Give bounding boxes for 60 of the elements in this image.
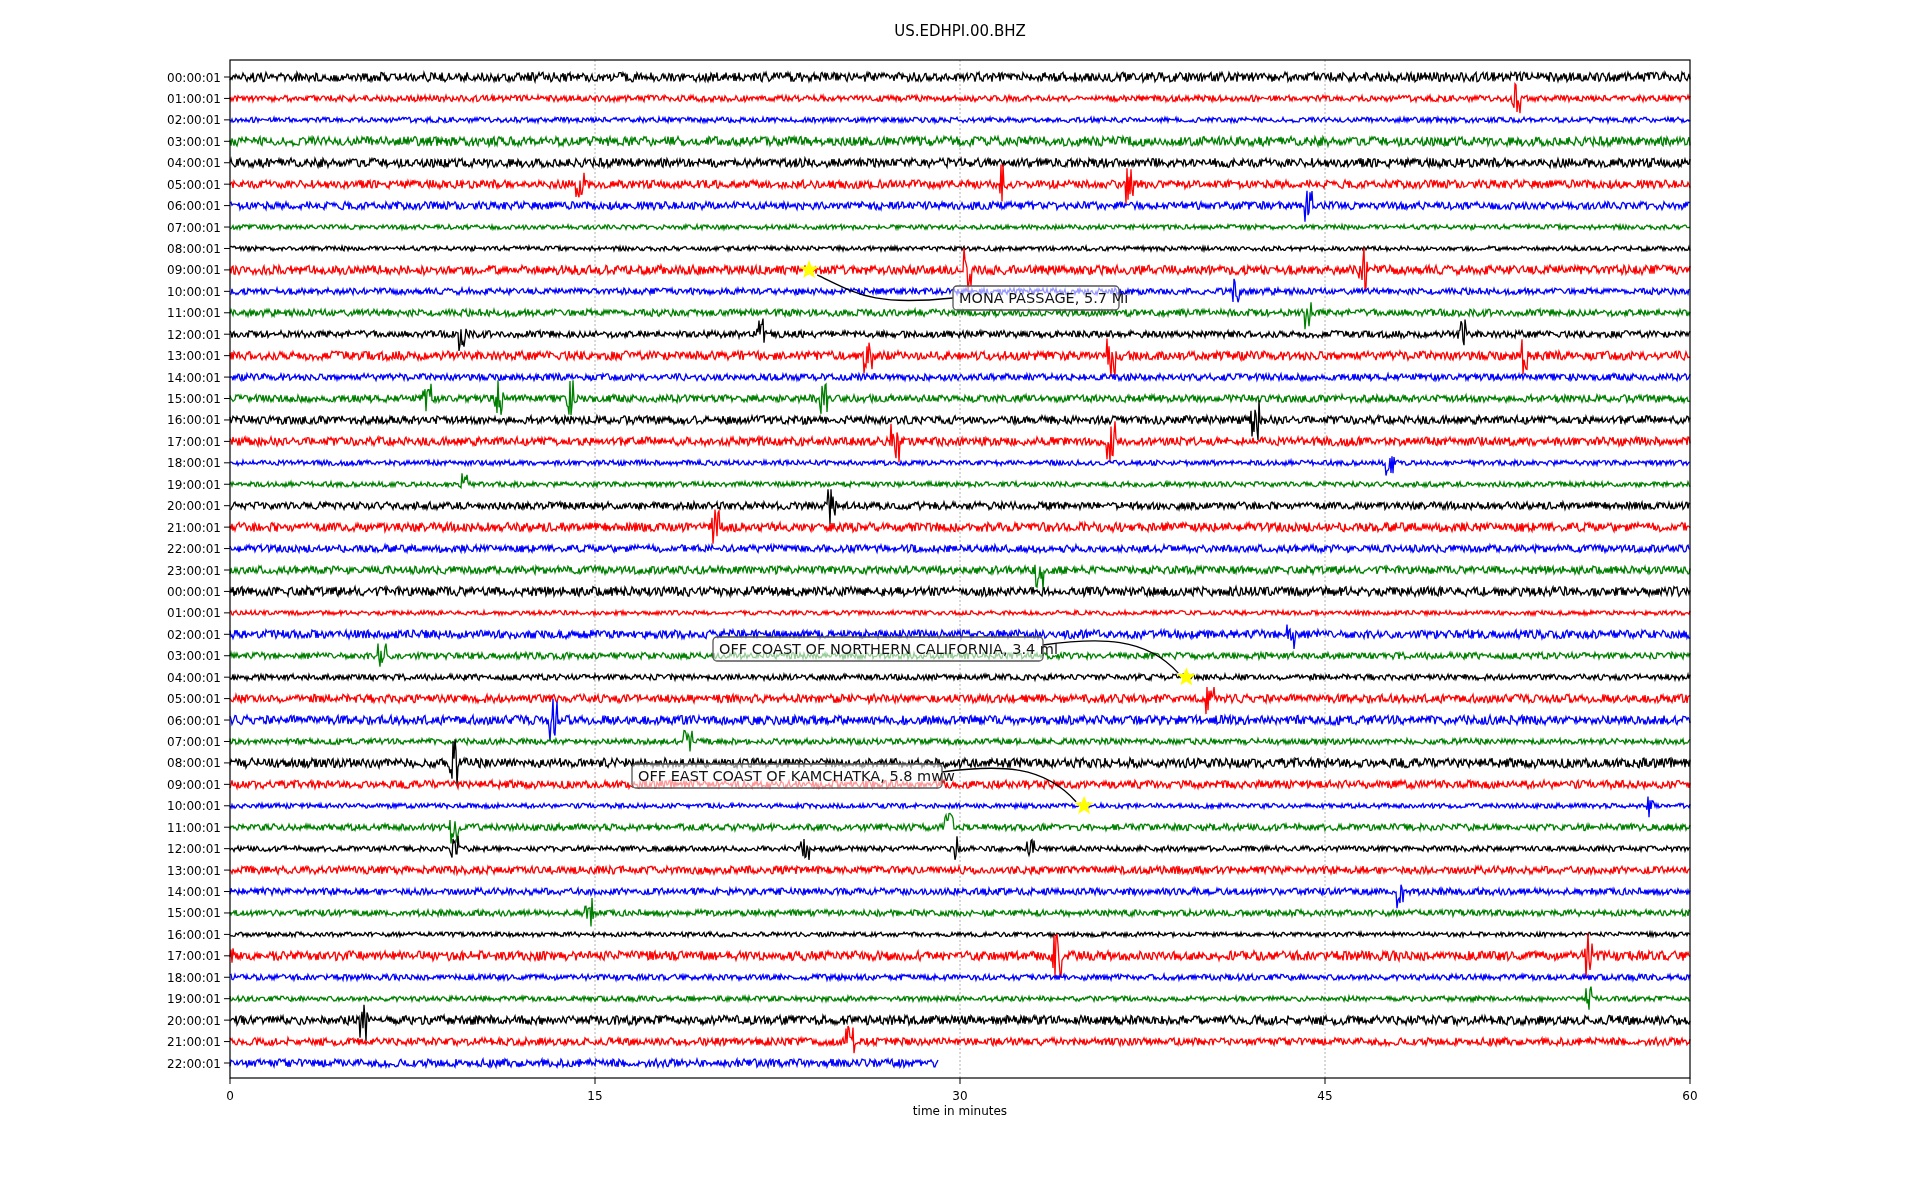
annotation-label: MONA PASSAGE, 5.7 Mi <box>952 285 1129 311</box>
time-label: 07:00:01 <box>167 735 221 749</box>
time-label: 12:00:01 <box>167 842 221 857</box>
time-label: 06:00:01 <box>167 713 221 728</box>
time-label: 16:00:01 <box>167 413 221 428</box>
time-label: 15:00:01 <box>167 906 221 921</box>
annotation-label: OFF COAST OF NORTHERN CALIFORNIA, 3.4 ml <box>712 636 1058 662</box>
time-label: 20:00:01 <box>167 499 221 514</box>
time-label: 13:00:01 <box>167 349 221 364</box>
time-label: 06:00:01 <box>167 199 221 214</box>
star-icon <box>1176 667 1196 686</box>
time-label: 19:00:01 <box>167 992 221 1007</box>
time-label: 17:00:01 <box>167 949 221 964</box>
time-label: 00:00:01 <box>167 70 221 85</box>
time-label: 12:00:01 <box>167 327 221 342</box>
time-label: 21:00:01 <box>167 520 221 535</box>
time-label: 03:00:01 <box>167 134 221 149</box>
time-label: 01:00:01 <box>167 91 221 106</box>
time-label: 04:00:01 <box>167 156 221 171</box>
time-label: 16:00:01 <box>167 927 221 942</box>
time-label: 15:00:01 <box>167 392 221 406</box>
time-label: 17:00:01 <box>167 434 221 449</box>
time-label: 03:00:01 <box>167 649 221 664</box>
tick-label: 60 <box>1682 1089 1698 1103</box>
time-label: 14:00:01 <box>167 370 221 385</box>
tick-label: 15 <box>587 1089 603 1103</box>
time-label: 11:00:01 <box>167 820 221 835</box>
tick-label: 0 <box>226 1089 234 1103</box>
time-label: 19:00:01 <box>167 477 221 492</box>
chart-title: US.EDHPI.00.BHZ <box>894 22 1026 40</box>
time-label: 02:00:01 <box>167 113 221 128</box>
star-icon <box>1074 795 1094 814</box>
time-label: 08:00:01 <box>167 242 221 256</box>
time-label: 13:00:01 <box>167 863 221 878</box>
time-label: 20:00:01 <box>167 1013 221 1028</box>
time-label: 09:00:01 <box>167 777 221 792</box>
time-label: 10:00:01 <box>167 284 221 299</box>
time-label: 22:00:01 <box>167 1056 221 1071</box>
time-label: 00:00:01 <box>167 584 221 599</box>
axis-title: time in minutes <box>912 1104 1008 1118</box>
time-label: 14:00:01 <box>167 885 221 899</box>
tick-label: 45 <box>1317 1089 1333 1103</box>
time-label: 09:00:01 <box>167 263 221 278</box>
star-icon <box>799 259 819 278</box>
time-label: 22:00:01 <box>167 542 221 557</box>
time-label: 02:00:01 <box>167 627 221 642</box>
time-label: 08:00:01 <box>167 756 221 771</box>
annotation-label: OFF EAST COAST OF KAMCHATKA, 5.8 mww <box>631 763 955 789</box>
tick-label: 30 <box>952 1089 968 1103</box>
time-label: 21:00:01 <box>167 1035 221 1050</box>
time-label: 05:00:01 <box>167 177 221 192</box>
time-label: 10:00:01 <box>167 799 221 814</box>
time-label: 18:00:01 <box>167 456 221 471</box>
time-label: 04:00:01 <box>167 670 221 685</box>
time-label: 05:00:01 <box>167 692 221 707</box>
time-label: 11:00:01 <box>167 306 221 321</box>
time-label: 18:00:01 <box>167 970 221 985</box>
time-label: 23:00:01 <box>167 563 221 578</box>
time-label: 07:00:01 <box>167 220 221 235</box>
time-label: 01:00:01 <box>167 606 221 621</box>
